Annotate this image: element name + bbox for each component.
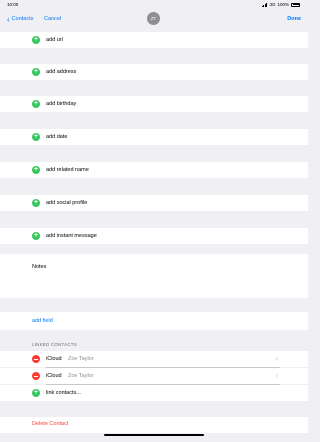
- row-divider: [46, 383, 280, 384]
- add-icon: +: [32, 199, 40, 207]
- add-instant-message-label: add instant message: [46, 233, 97, 239]
- chevron-right-icon: ›: [275, 354, 278, 363]
- battery-icon: [291, 2, 300, 7]
- back-button[interactable]: ‹ Contacts: [7, 14, 34, 24]
- add-date-row[interactable]: + add date: [0, 129, 308, 145]
- add-field-label: add field: [32, 318, 53, 324]
- add-date-label: add date: [46, 134, 68, 140]
- add-related-name-label: add related name: [46, 167, 89, 173]
- add-birthday-label: add birthday: [46, 101, 77, 107]
- add-icon: +: [32, 68, 40, 76]
- status-indicators: 3G 100%: [261, 2, 300, 7]
- linked-name: Zoe Taylor: [68, 373, 94, 379]
- home-indicator: [104, 434, 204, 436]
- notes-field[interactable]: Notes: [0, 254, 308, 298]
- delete-contact-button[interactable]: Delete Contact: [0, 417, 308, 433]
- linked-source: iCloud: [46, 373, 62, 379]
- row-divider: [46, 366, 280, 367]
- add-social-profile-label: add social profile: [46, 200, 88, 206]
- status-bar: 10:00 3G 100%: [0, 0, 308, 10]
- done-button[interactable]: Done: [287, 16, 301, 22]
- add-address-row[interactable]: + add address: [0, 64, 308, 80]
- add-icon: +: [32, 389, 40, 397]
- add-address-label: add address: [46, 69, 77, 75]
- add-social-profile-row[interactable]: + add social profile: [0, 195, 308, 211]
- delete-contact-label: Delete Contact: [32, 421, 69, 427]
- cancel-button[interactable]: Cancel: [44, 16, 61, 22]
- avatar[interactable]: ZT: [147, 12, 160, 25]
- back-label: Contacts: [11, 16, 34, 22]
- add-field-button[interactable]: add field: [0, 312, 308, 330]
- network-label: 3G: [269, 2, 276, 7]
- signal-icon: [261, 2, 268, 7]
- link-contacts-row[interactable]: + link contacts...: [0, 385, 308, 401]
- add-icon: +: [32, 100, 40, 108]
- remove-icon[interactable]: [32, 372, 40, 380]
- navigation-bar: ‹ Contacts Cancel ZT Done: [0, 10, 308, 30]
- chevron-left-icon: ‹: [7, 14, 10, 24]
- remove-icon[interactable]: [32, 355, 40, 363]
- linked-contact-row[interactable]: iCloud Zoe Taylor ›: [0, 368, 308, 384]
- linked-source: iCloud: [46, 356, 62, 362]
- battery-percent: 100%: [277, 2, 289, 7]
- add-birthday-row[interactable]: + add birthday: [0, 96, 308, 112]
- linked-name: Zoe Taylor: [68, 356, 94, 362]
- status-time: 10:00: [7, 2, 19, 7]
- add-icon: +: [32, 133, 40, 141]
- add-url-label: add url: [46, 37, 63, 43]
- add-icon: +: [32, 36, 40, 44]
- notes-label: Notes: [32, 264, 47, 270]
- linked-contacts-header: LINKED CONTACTS: [32, 342, 77, 347]
- add-instant-message-row[interactable]: + add instant message: [0, 228, 308, 244]
- add-related-name-row[interactable]: + add related name: [0, 162, 308, 178]
- linked-contact-row[interactable]: iCloud Zoe Taylor ›: [0, 351, 308, 367]
- add-icon: +: [32, 166, 40, 174]
- add-url-row[interactable]: + add url: [0, 32, 308, 48]
- add-icon: +: [32, 232, 40, 240]
- chevron-right-icon: ›: [275, 371, 278, 380]
- link-contacts-label: link contacts...: [46, 390, 81, 396]
